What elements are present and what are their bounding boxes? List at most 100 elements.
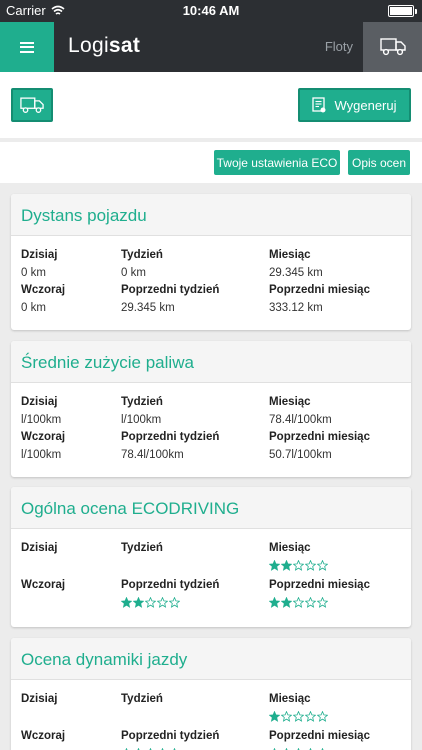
star-rating (121, 597, 219, 609)
stat-label: Poprzedni tydzień (121, 431, 220, 443)
stat-month: Miesiąc (269, 693, 328, 723)
card-title: Ocena dynamiki jazdy (11, 638, 411, 680)
star-empty-icon (293, 560, 304, 571)
star-filled-icon (269, 711, 280, 722)
stat-month: Miesiąc 78.4l/100km (269, 396, 332, 426)
stat-value: l/100km (21, 449, 62, 461)
stat-label: Wczoraj (21, 579, 66, 591)
stat-label: Wczoraj (21, 431, 66, 443)
generate-button[interactable]: Wygeneruj (298, 88, 411, 122)
stat-label: Tydzień (121, 693, 163, 705)
stat-prev-month: Poprzedni miesiąc (269, 579, 370, 609)
stat-label: Tydzień (121, 542, 163, 554)
stat-label: Dzisiaj (21, 693, 58, 705)
stat-label: Miesiąc (269, 396, 311, 408)
stat-value: 78.4l/100km (121, 449, 184, 461)
star-empty-icon (169, 597, 180, 608)
ratings-description-button[interactable]: Opis ocen (348, 150, 410, 175)
star-filled-icon (281, 597, 292, 608)
star-empty-icon (145, 597, 156, 608)
clock: 10:46 AM (182, 3, 240, 18)
card-driving-dynamics-rating: Ocena dynamiki jazdy Dzisiaj Tydzień Mie… (11, 638, 411, 750)
stat-label: Wczoraj (21, 284, 66, 296)
stat-value: 333.12 km (269, 302, 323, 314)
stat-value: 0 km (21, 267, 46, 279)
stat-label: Poprzedni miesiąc (269, 284, 370, 296)
stat-today: Dzisiaj l/100km (21, 396, 61, 426)
stat-prev-week: Poprzedni tydzień (121, 579, 219, 609)
stat-value: l/100km (121, 414, 162, 426)
stat-value: 50.7l/100km (269, 449, 332, 461)
report-icon (312, 97, 326, 113)
stat-label: Dzisiaj (21, 542, 58, 554)
star-empty-icon (317, 597, 328, 608)
stat-label: Tydzień (121, 249, 163, 261)
stat-prev-month: Poprzedni miesiąc 50.7l/100km (269, 431, 370, 461)
card-title: Ogólna ocena ECODRIVING (11, 487, 411, 529)
star-empty-icon (317, 711, 328, 722)
stat-week: Tydzień 0 km (121, 249, 163, 279)
stat-prev-month: Poprzedni miesiąc (269, 730, 370, 750)
card-ecodriving-rating: Ogólna ocena ECODRIVING Dzisiaj Tydzień … (11, 487, 411, 627)
stat-label: Miesiąc (269, 249, 311, 261)
star-rating (269, 560, 328, 572)
stat-yesterday: Wczoraj l/100km (21, 431, 65, 461)
stat-label: Tydzień (121, 396, 163, 408)
stat-label: Poprzedni miesiąc (269, 730, 370, 742)
stat-value: 29.345 km (269, 267, 323, 279)
stat-label: Miesiąc (269, 693, 311, 705)
battery-icon (388, 5, 417, 17)
fleets-button[interactable] (363, 22, 422, 72)
vehicle-button[interactable] (11, 88, 53, 122)
stat-label: Poprzedni tydzień (121, 579, 220, 591)
star-empty-icon (281, 711, 292, 722)
star-rating (269, 711, 328, 723)
stat-value: 0 km (121, 267, 146, 279)
truck-icon (20, 96, 44, 113)
logo-light: Logi (68, 34, 109, 57)
stat-prev-month: Poprzedni miesiąc 333.12 km (269, 284, 370, 314)
star-filled-icon (133, 597, 144, 608)
stat-month: Miesiąc 29.345 km (269, 249, 323, 279)
stat-yesterday: Wczoraj (21, 579, 65, 591)
stat-label: Miesiąc (269, 542, 311, 554)
stat-yesterday: Wczoraj (21, 730, 65, 742)
card-vehicle-distance: Dystans pojazdu Dzisiaj 0 km Tydzień 0 km … (11, 194, 411, 330)
logo-bold: sat (108, 34, 141, 57)
eco-settings-button[interactable]: Twoje ustawienia ECO (214, 150, 340, 175)
star-empty-icon (305, 597, 316, 608)
stat-week: Tydzień (121, 693, 163, 705)
generate-label: Wygeneruj (334, 97, 397, 113)
stat-today: Dzisiaj (21, 542, 57, 554)
star-empty-icon (305, 711, 316, 722)
stat-label: Dzisiaj (21, 249, 58, 261)
stat-label: Wczoraj (21, 730, 66, 742)
star-filled-icon (121, 597, 132, 608)
app-header: Logisat Floty (0, 22, 422, 72)
stat-value: 0 km (21, 302, 46, 314)
star-rating (269, 597, 370, 609)
star-empty-icon (305, 560, 316, 571)
stat-prev-week: Poprzedni tydzień 78.4l/100km (121, 431, 219, 461)
star-empty-icon (293, 711, 304, 722)
stat-label: Dzisiaj (21, 396, 58, 408)
stat-value: 78.4l/100km (269, 414, 332, 426)
secondary-toolbar: Twoje ustawienia ECO Opis ocen (0, 142, 422, 183)
card-title: Średnie zużycie paliwa (11, 341, 411, 383)
star-filled-icon (269, 597, 280, 608)
stat-month: Miesiąc (269, 542, 328, 572)
stat-today: Dzisiaj (21, 693, 57, 705)
fleets-label[interactable]: Floty (325, 39, 353, 54)
stat-week: Tydzień l/100km (121, 396, 163, 426)
stat-label: Poprzedni tydzień (121, 730, 220, 742)
stat-label: Poprzedni miesiąc (269, 579, 370, 591)
star-filled-icon (281, 560, 292, 571)
card-fuel-consumption: Średnie zużycie paliwa Dzisiaj l/100km Ty… (11, 341, 411, 477)
status-bar: Carrier 10:46 AM (0, 0, 422, 22)
menu-button[interactable] (0, 22, 54, 72)
stat-prev-week: Poprzedni tydzień (121, 730, 219, 750)
app-logo: Logisat (68, 34, 140, 58)
truck-icon (379, 38, 406, 56)
stat-value: 29.345 km (121, 302, 175, 314)
stat-prev-week: Poprzedni tydzień 29.345 km (121, 284, 219, 314)
